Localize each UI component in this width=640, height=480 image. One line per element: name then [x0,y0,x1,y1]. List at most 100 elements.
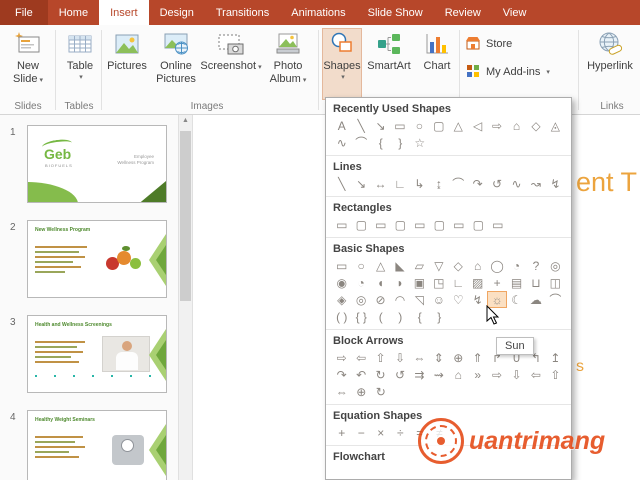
shape-cell[interactable]: ⇩ [507,366,526,383]
shape-cell[interactable]: ⌂ [468,257,487,274]
shape-cell[interactable]: ⇧ [371,349,390,366]
shape-cell[interactable]: ⇕ [429,349,448,366]
selection-handle[interactable] [148,374,152,378]
shape-cell[interactable]: ∟ [449,274,468,291]
shape-cell[interactable]: ⌂ [449,366,468,383]
smartart-button[interactable]: SmartArt [364,28,414,73]
shape-cell[interactable]: ▢ [430,216,450,233]
shape-cell[interactable]: ▣ [410,274,429,291]
shape-cell[interactable]: ⇔ [410,349,429,366]
tab-home[interactable]: Home [48,0,99,25]
slide-thumbnail-2[interactable]: New Wellness Program [27,220,167,298]
shape-cell[interactable]: ◈ [332,291,351,308]
tab-design[interactable]: Design [149,0,205,25]
shape-cell[interactable]: ◇ [449,257,468,274]
shape-cell[interactable]: ⊕ [449,349,468,366]
chart-button[interactable]: Chart [416,28,458,73]
tab-transitions[interactable]: Transitions [205,0,280,25]
selection-handle[interactable] [72,374,76,378]
shape-cell[interactable]: ◎ [546,257,565,274]
shape-cell[interactable]: ⌂ [507,117,526,134]
shape-cell[interactable]: ↥ [546,349,565,366]
shape-cell[interactable]: { } [352,308,372,325]
shape-cell[interactable]: ⌒ [352,134,372,151]
shape-cell[interactable]: ◎ [351,291,370,308]
shape-cell[interactable]: + [487,274,506,291]
shape-cell[interactable]: ↷ [332,366,351,383]
shape-cell[interactable]: ▭ [390,117,409,134]
shape-cell[interactable]: ◗ [390,274,409,291]
shape-cell[interactable]: ↷ [468,175,487,192]
shape-cell[interactable]: » [468,366,487,383]
shape-cell[interactable]: ▢ [352,216,372,233]
shape-cell[interactable]: { [410,308,430,325]
selection-handle[interactable] [129,374,133,378]
shape-cell[interactable]: △ [449,117,468,134]
shape-cell[interactable]: ☆ [410,134,430,151]
shape-cell[interactable]: ↨ [429,175,448,192]
shape-cell[interactable]: ◹ [410,291,429,308]
slide-thumbnail-3[interactable]: Health and Wellness Screenings [27,315,167,393]
shape-cell[interactable]: ↳ [410,175,429,192]
tab-slide-show[interactable]: Slide Show [357,0,434,25]
shape-cell[interactable]: ⇝ [429,366,448,383]
shape-cell[interactable]: ⇨ [487,117,506,134]
new-slide-button[interactable]: New Slide ▾ [4,28,52,87]
shape-cell[interactable]: ⇑ [468,349,487,366]
screenshot-button[interactable]: Screenshot ▾ [200,28,262,74]
shape-cell[interactable]: ▢ [469,216,489,233]
store-button[interactable]: Store [464,33,512,55]
shape-cell[interactable]: ⊘ [371,291,390,308]
shape-cell[interactable]: ○ [410,117,429,134]
scroll-up-arrow-icon[interactable]: ▲ [179,117,192,124]
shape-cell[interactable]: ▭ [332,216,352,233]
shape-cell[interactable]: ⇧ [546,366,565,383]
panel-scrollbar[interactable]: ▲ [178,115,193,480]
shape-cell[interactable]: ⇔ [332,383,352,400]
shape-cell[interactable]: ◔ [351,274,370,291]
shape-cell[interactable]: + [332,424,352,441]
shape-cell[interactable]: ◇ [526,117,545,134]
photo-album-button[interactable]: Photo Album ▾ [262,28,314,87]
shape-cell[interactable]: ↝ [526,175,545,192]
shape-cell[interactable]: ? [526,257,545,274]
shape-cell[interactable]: ☾ [507,291,526,308]
tab-file[interactable]: File [0,0,48,25]
shape-cell[interactable]: ◉ [332,274,351,291]
shape-cell[interactable]: ◣ [390,257,409,274]
shape-cell[interactable]: ↺ [390,366,409,383]
shape-cell[interactable]: ↯ [468,291,487,308]
shape-cell[interactable]: ÷ [391,424,411,441]
shape-cell[interactable]: ◁ [468,117,487,134]
shape-cell[interactable]: ⇨ [487,366,506,383]
shape-cell[interactable]: ⇦ [351,349,370,366]
shape-cell[interactable]: ╲ [332,175,351,192]
shape-cell[interactable]: } [430,308,450,325]
shape-cell[interactable]: ▭ [449,216,469,233]
selection-handle[interactable] [91,374,95,378]
shape-cell[interactable]: { [371,134,391,151]
shape-cell[interactable]: ☁ [526,291,545,308]
shape-cell[interactable]: ↘ [351,175,370,192]
table-button[interactable]: Table ▾ [59,28,101,81]
shape-cell[interactable]: ◳ [429,274,448,291]
shape-cell[interactable]: ♡ [449,291,468,308]
shape-cell[interactable]: ▨ [468,274,487,291]
shape-cell[interactable]: ( [371,308,391,325]
tab-view[interactable]: View [492,0,538,25]
shape-cell[interactable]: ⇨ [332,349,351,366]
selection-handle[interactable] [53,374,57,378]
shape-cell[interactable]: ▢ [391,216,411,233]
shape-cell[interactable]: ↶ [351,366,370,383]
tab-insert[interactable]: Insert [99,0,149,25]
shape-cell[interactable]: ▭ [488,216,508,233]
shape-cell[interactable]: ◯ [487,257,506,274]
shape-cell[interactable]: ▭ [371,216,391,233]
shape-cell[interactable]: ↔ [371,175,390,192]
shape-cell[interactable]: ▤ [507,274,526,291]
shape-cell[interactable]: ◬ [546,117,565,134]
hyperlink-button[interactable]: Hyperlink [582,28,638,73]
shape-cell[interactable]: ╲ [351,117,370,134]
selection-handle[interactable] [34,374,38,378]
tab-review[interactable]: Review [434,0,492,25]
